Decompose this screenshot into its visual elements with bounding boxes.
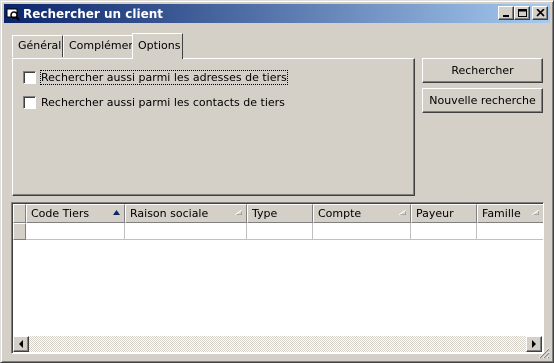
row-selector[interactable]	[13, 223, 26, 240]
column-header-label: Famille	[482, 207, 521, 220]
column-header-label: Raison sociale	[130, 207, 209, 220]
table-cell[interactable]	[125, 223, 247, 240]
minimize-button[interactable]	[498, 6, 514, 20]
column-header-famille[interactable]: Famille	[477, 204, 543, 223]
resize-grip-icon[interactable]	[538, 347, 550, 359]
table-cell[interactable]	[411, 223, 477, 240]
app-icon	[6, 8, 20, 21]
window-title: Rechercher un client	[23, 6, 164, 21]
horizontal-scrollbar[interactable]	[13, 336, 542, 352]
maximize-button[interactable]	[514, 6, 530, 20]
table-cell[interactable]	[313, 223, 411, 240]
table-cell[interactable]	[26, 223, 125, 240]
column-header-code-tiers[interactable]: Code Tiers	[26, 204, 125, 223]
column-header-payeur[interactable]: Payeur	[411, 204, 477, 223]
grid-header: Code Tiers Raison sociale Type Compte Pa…	[13, 204, 543, 223]
arrow-left-icon	[19, 340, 23, 348]
sort-indicator-icon	[532, 210, 539, 215]
search-contacts-label[interactable]: Rechercher aussi parmi les contacts de t…	[41, 96, 285, 109]
arrow-right-icon	[532, 340, 536, 348]
new-search-button-label: Nouvelle recherche	[429, 94, 536, 107]
options-panel: Rechercher aussi parmi les adresses de t…	[12, 58, 415, 196]
option-search-addresses[interactable]: Rechercher aussi parmi les adresses de t…	[23, 70, 288, 85]
column-header-label: Code Tiers	[31, 207, 90, 220]
search-client-window: Rechercher un client Général Complément …	[0, 0, 554, 363]
maximize-icon	[518, 9, 527, 17]
close-button[interactable]	[532, 6, 548, 20]
table-cell[interactable]	[247, 223, 313, 240]
sort-indicator-icon	[399, 210, 406, 215]
sort-indicator-icon	[235, 210, 242, 215]
sort-ascending-icon	[113, 210, 120, 215]
tab-options-label: Options	[138, 39, 181, 52]
tab-general-label: Général	[18, 39, 62, 52]
search-addresses-checkbox[interactable]	[23, 71, 36, 84]
tab-complement[interactable]: Complément	[63, 35, 140, 57]
tab-options[interactable]: Options	[132, 33, 183, 59]
search-button-label: Rechercher	[451, 64, 514, 77]
results-grid[interactable]: Code Tiers Raison sociale Type Compte Pa…	[11, 202, 544, 354]
tab-complement-label: Complément	[69, 39, 140, 52]
close-icon	[536, 9, 545, 17]
search-contacts-checkbox[interactable]	[23, 96, 36, 109]
table-cell[interactable]	[477, 223, 543, 240]
row-header-corner	[13, 204, 26, 223]
tab-general[interactable]: Général	[12, 35, 63, 57]
column-header-type[interactable]: Type	[247, 204, 313, 223]
column-header-compte[interactable]: Compte	[313, 204, 411, 223]
search-button[interactable]: Rechercher	[422, 58, 543, 83]
column-header-raison-sociale[interactable]: Raison sociale	[125, 204, 247, 223]
title-bar[interactable]: Rechercher un client	[4, 4, 550, 23]
search-addresses-label[interactable]: Rechercher aussi parmi les adresses de t…	[40, 70, 288, 85]
column-header-label: Type	[252, 207, 278, 220]
option-search-contacts[interactable]: Rechercher aussi parmi les contacts de t…	[23, 96, 285, 109]
table-row[interactable]	[13, 223, 543, 240]
new-search-button[interactable]: Nouvelle recherche	[422, 88, 543, 113]
minimize-icon	[503, 15, 509, 17]
scroll-left-button[interactable]	[13, 336, 29, 352]
column-header-label: Compte	[318, 207, 362, 220]
column-header-label: Payeur	[416, 207, 454, 220]
